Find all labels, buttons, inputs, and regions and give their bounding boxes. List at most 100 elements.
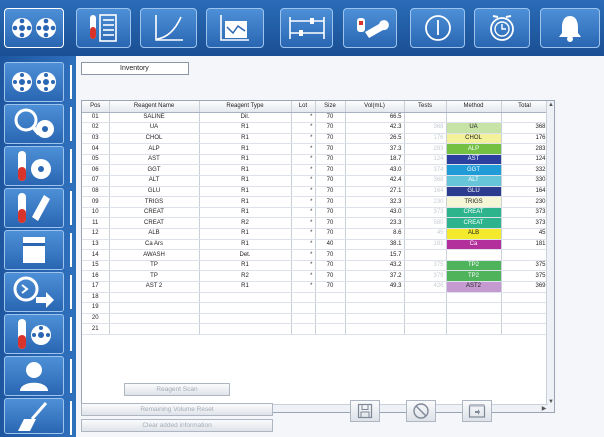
column-header-reagent-type[interactable]: Reagent Type: [199, 101, 292, 113]
cell-reagent-name: TRIGS: [109, 196, 200, 208]
cell-total: [501, 302, 549, 314]
cell-reagent-type: R1: [199, 228, 292, 240]
cell-tests: [404, 292, 447, 304]
table-row[interactable]: 20: [82, 313, 549, 325]
table-row[interactable]: 12 ALB R1 * 70 8.6 45 ALB 45: [82, 228, 549, 240]
cell-method: TP2: [446, 260, 502, 272]
table-row[interactable]: 15 TP R1 * 70 43.2 375 TP2 375: [82, 260, 549, 272]
cell-tests: 176: [404, 133, 447, 145]
test-list-button[interactable]: [76, 8, 131, 48]
table-row[interactable]: 09 TRIGS R1 * 70 32.3 230 TRIGS 230: [82, 196, 549, 208]
sidebar-cleaning-button[interactable]: [4, 398, 72, 435]
column-header-total[interactable]: Total: [501, 101, 549, 113]
cell-size: 70: [315, 217, 346, 230]
cell-tests: 368: [404, 122, 447, 134]
cell-total: 124: [501, 154, 549, 166]
cell-reagent-type: R1: [199, 154, 292, 166]
cell-reagent-name: ALB: [109, 228, 200, 240]
table-row[interactable]: 19: [82, 302, 549, 314]
reagents-menu-button[interactable]: [4, 8, 64, 48]
cancel-button[interactable]: [406, 400, 436, 422]
table-row[interactable]: 01 SALINE Dil. * 70 66.5: [82, 112, 549, 124]
system-setup-button[interactable]: [280, 8, 333, 48]
column-header-vol-ml[interactable]: Vol(mL): [345, 101, 405, 113]
cell-tests: 374: [404, 164, 447, 177]
table-row[interactable]: 17 AST 2 R1 * 70 49.3 426 AST2 369: [82, 281, 549, 293]
cell-vol-ml: [345, 323, 405, 335]
calibration-button[interactable]: [140, 8, 197, 48]
cell-reagent-name: AWASH: [109, 249, 200, 261]
table-row[interactable]: 05 AST R1 * 70 18.7 124 AST 124: [82, 154, 549, 166]
vertical-scrollbar[interactable]: ▲ ▼: [546, 101, 554, 412]
sidebar-sample-search-button[interactable]: [4, 104, 72, 144]
cell-reagent-type: [199, 292, 292, 304]
refresh-button[interactable]: [462, 400, 492, 422]
column-header-size[interactable]: Size: [315, 101, 346, 113]
clear-added-information-button[interactable]: Clear added information: [81, 419, 273, 432]
sidebar-reagent-tray-button[interactable]: [4, 314, 72, 354]
table-header-row: Pos Reagent Name Reagent Type Lot Size Vol(mL…: [82, 101, 549, 113]
column-header-lot[interactable]: Lot: [291, 101, 316, 113]
table-row[interactable]: 07 ALT R1 * 70 42.4 368 ALT 330: [82, 175, 549, 187]
table-row[interactable]: 14 AWASH Det. * 70 15.7: [82, 249, 549, 261]
scroll-down-icon[interactable]: ▼: [547, 398, 554, 406]
cell-pos: 09: [82, 196, 110, 208]
scroll-right-icon[interactable]: ▶: [540, 405, 548, 412]
cell-pos: 07: [82, 175, 110, 187]
top-toolbar: [0, 0, 604, 56]
cell-total: 369: [501, 281, 549, 293]
alarm-button[interactable]: [540, 8, 600, 48]
shutdown-button[interactable]: [410, 8, 465, 48]
bell-icon: [559, 16, 581, 42]
cell-size: 70: [315, 196, 346, 208]
table-row[interactable]: 16 TP R2 * 70 37.2 379 TP2 375: [82, 270, 549, 282]
cell-lot: *: [291, 154, 316, 166]
inventory-field[interactable]: Inventory: [81, 62, 189, 75]
remaining-volume-reset-button[interactable]: Remaining Volume Reset: [81, 403, 273, 416]
sidebar-reagent-container-button[interactable]: [4, 230, 72, 270]
cell-reagent-type: [199, 323, 292, 335]
table-row[interactable]: 02 UA R1 * 70 42.3 368 UA 368: [82, 122, 549, 134]
sidebar-reagents-button[interactable]: [4, 62, 72, 102]
cell-tests: [404, 249, 447, 261]
table-row[interactable]: 21: [82, 323, 549, 335]
column-header-pos[interactable]: Pos: [82, 101, 110, 113]
sidebar-run-button[interactable]: [4, 272, 72, 312]
qc-button[interactable]: [206, 8, 264, 48]
save-button[interactable]: [350, 400, 380, 422]
cell-lot: *: [291, 249, 316, 261]
reagent-scan-button[interactable]: Reagent Scan: [124, 383, 230, 396]
timer-button[interactable]: [474, 8, 530, 48]
cell-vol-ml: 32.3: [345, 196, 405, 208]
table-row[interactable]: 11 CREAT R2 * 70 23.3 580 CREAT 373: [82, 217, 549, 230]
table-row[interactable]: 13 Ca Ars R1 * 40 38.1 181 Ca 181: [82, 239, 549, 251]
sidebar-user-button[interactable]: [4, 356, 72, 396]
table-row[interactable]: 10 CREAT R1 * 70 43.0 373 CREAT 373: [82, 207, 549, 219]
cell-tests: 283: [404, 143, 447, 155]
sidebar-cuvette-button[interactable]: [4, 188, 72, 228]
cell-pos: 14: [82, 249, 110, 261]
table-row[interactable]: 03 CHOL R1 * 70 26.5 176 CHOL 176: [82, 133, 549, 145]
cell-reagent-name: ALP: [109, 143, 200, 155]
table-row[interactable]: 04 ALP R1 * 70 37.3 283 ALP 283: [82, 143, 549, 155]
sidebar-sample-rack-button[interactable]: [4, 146, 72, 186]
column-header-tests[interactable]: Tests: [404, 101, 447, 113]
cell-reagent-name: AST: [109, 154, 200, 166]
cell-lot: *: [291, 207, 316, 219]
cell-reagent-type: [199, 302, 292, 314]
cell-reagent-name: Ca Ars: [109, 239, 200, 251]
scroll-up-icon[interactable]: ▲: [547, 101, 554, 109]
table-row[interactable]: 18: [82, 292, 549, 304]
cell-reagent-name: [109, 302, 200, 314]
cell-total: 368: [501, 122, 549, 134]
table-row[interactable]: 06 GGT R1 * 70 43.0 374 GGT 332: [82, 164, 549, 177]
column-header-method[interactable]: Method: [446, 101, 502, 113]
maintenance-button[interactable]: [343, 8, 397, 48]
cell-method: ALP: [446, 143, 502, 155]
cell-reagent-type: R1: [199, 122, 292, 134]
bottles-icon: [12, 18, 56, 38]
cell-lot: *: [291, 239, 316, 251]
table-row[interactable]: 08 GLU R1 * 70 27.1 164 GLU 164: [82, 186, 549, 198]
column-header-reagent-name[interactable]: Reagent Name: [109, 101, 200, 113]
cell-lot: *: [291, 164, 316, 177]
